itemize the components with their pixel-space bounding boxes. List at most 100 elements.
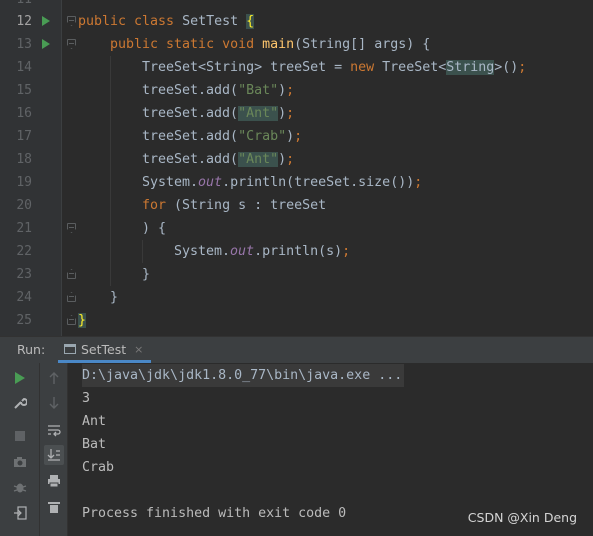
code-string: "Ant" [238, 152, 279, 167]
code-text: (String s : treeSet [174, 198, 327, 213]
line-number: 14 [16, 60, 32, 75]
code-text: System. [174, 244, 231, 259]
code-editor[interactable]: 11 12 13 14 15 16 17 18 19 20 21 22 23 2… [0, 0, 593, 336]
code-text: TreeSet< [382, 60, 447, 75]
code-string: "Bat" [238, 83, 279, 98]
code-line-21: ) { [142, 217, 166, 240]
gutter-line: 17 [0, 125, 62, 148]
run-toolbar-secondary [40, 363, 68, 536]
code-text: treeSet.add( [142, 106, 239, 121]
trash-icon[interactable] [44, 497, 64, 517]
scroll-to-end-icon[interactable] [44, 445, 64, 465]
stop-icon[interactable] [10, 426, 30, 446]
code-keyword: public class [78, 14, 183, 29]
code-text: .println(treeSet.size()) [222, 175, 415, 190]
console-window-icon [64, 344, 76, 354]
gutter-line: 20 [0, 194, 62, 217]
code-line-19: System.out.println(treeSet.size()); [142, 171, 422, 194]
console-command-line: D:\java\jdk\jdk1.8.0_77\bin\java.exe ... [82, 364, 405, 387]
indent-guide [110, 56, 111, 286]
gutter-line: 22 [0, 240, 62, 263]
run-class-icon[interactable] [42, 16, 50, 26]
fold-marker-icon[interactable] [67, 269, 76, 279]
line-number: 17 [16, 129, 32, 144]
console-exit-line: Process finished with exit code 0 [82, 506, 347, 521]
gutter-line: 25 [0, 309, 62, 332]
gutter-line: 21 [0, 217, 62, 240]
fold-marker-icon[interactable] [67, 39, 76, 49]
code-keyword: for [142, 198, 175, 213]
line-number: 19 [16, 175, 32, 190]
code-semicolon: ; [518, 60, 527, 75]
code-text: treeSet.add( [142, 129, 239, 144]
line-number: 18 [16, 152, 32, 167]
code-semicolon: ; [342, 244, 351, 259]
console-line: Crab [82, 460, 115, 475]
code-line-22: System.out.println(s); [174, 240, 350, 263]
code-static-field: out [230, 244, 255, 259]
indent-guide [142, 240, 143, 263]
line-number: 22 [16, 244, 32, 259]
code-line-13: public static void main(String[] args) { [110, 33, 430, 56]
gutter-line: 23 [0, 263, 62, 286]
console-line: 3 [82, 391, 91, 406]
fold-marker-icon[interactable] [67, 292, 76, 302]
code-line-20: for (String s : treeSet [142, 194, 326, 217]
print-icon[interactable] [44, 471, 64, 491]
code-line-16: treeSet.add("Ant"); [142, 102, 294, 125]
matched-brace: } [78, 313, 87, 328]
editor-gutter: 11 12 13 14 15 16 17 18 19 20 21 22 23 2… [0, 0, 62, 336]
run-tab-settest[interactable]: SetTest × [58, 338, 152, 363]
gutter-line: 14 [0, 56, 62, 79]
arrow-down-icon[interactable] [44, 393, 64, 413]
gutter-line: 13 [0, 33, 62, 56]
code-text: >() [494, 60, 519, 75]
code-text: .println(s) [254, 244, 343, 259]
gutter-line: 18 [0, 148, 62, 171]
close-icon[interactable]: × [134, 343, 143, 356]
code-text: TreeSet<String> treeSet = [142, 60, 351, 75]
code-keyword: public static void [110, 37, 263, 52]
code-line-12: public class SetTest { [78, 10, 255, 33]
exit-icon[interactable] [10, 503, 30, 523]
line-number: 20 [16, 198, 32, 213]
code-text: ) [278, 83, 287, 98]
soft-wrap-icon[interactable] [44, 420, 64, 440]
code-text: (String[] args) { [294, 37, 431, 52]
arrow-up-icon[interactable] [44, 368, 64, 388]
code-text: } [142, 267, 151, 282]
console-line: Ant [82, 414, 107, 429]
gutter-line: 12 [0, 10, 62, 33]
run-label: Run: [17, 342, 46, 357]
wrench-icon[interactable] [10, 393, 30, 413]
line-number: 16 [16, 106, 32, 121]
code-semicolon: ; [286, 83, 295, 98]
code-text: SetTest [182, 14, 247, 29]
fold-marker-icon[interactable] [67, 223, 76, 233]
code-text: ) [286, 129, 295, 144]
line-number: 24 [16, 290, 32, 305]
console-line: Bat [82, 437, 107, 452]
code-line-17: treeSet.add("Crab"); [142, 125, 302, 148]
matched-brace: { [246, 14, 255, 29]
line-number: 15 [16, 83, 32, 98]
code-keyword: new [350, 60, 383, 75]
gutter-line: 16 [0, 102, 62, 125]
run-main-icon[interactable] [42, 39, 50, 49]
fold-marker-icon[interactable] [67, 315, 76, 325]
code-line-14: TreeSet<String> treeSet = new TreeSet<St… [142, 56, 526, 79]
line-number: 23 [16, 267, 32, 282]
watermark: CSDN @Xin Deng [467, 510, 577, 525]
code-semicolon: ; [286, 106, 295, 121]
run-icon[interactable] [10, 368, 30, 388]
code-method-name: main [262, 37, 295, 52]
code-text: ) { [142, 221, 167, 236]
fold-marker-icon[interactable] [67, 16, 76, 26]
code-static-field: out [198, 175, 223, 190]
bug-icon[interactable] [10, 477, 30, 497]
camera-icon[interactable] [10, 452, 30, 472]
code-area[interactable]: public class SetTest { public static voi… [78, 0, 593, 336]
run-panel-header: Run: SetTest × [0, 336, 593, 363]
code-line-15: treeSet.add("Bat"); [142, 79, 294, 102]
highlighted-type: String [446, 60, 495, 75]
